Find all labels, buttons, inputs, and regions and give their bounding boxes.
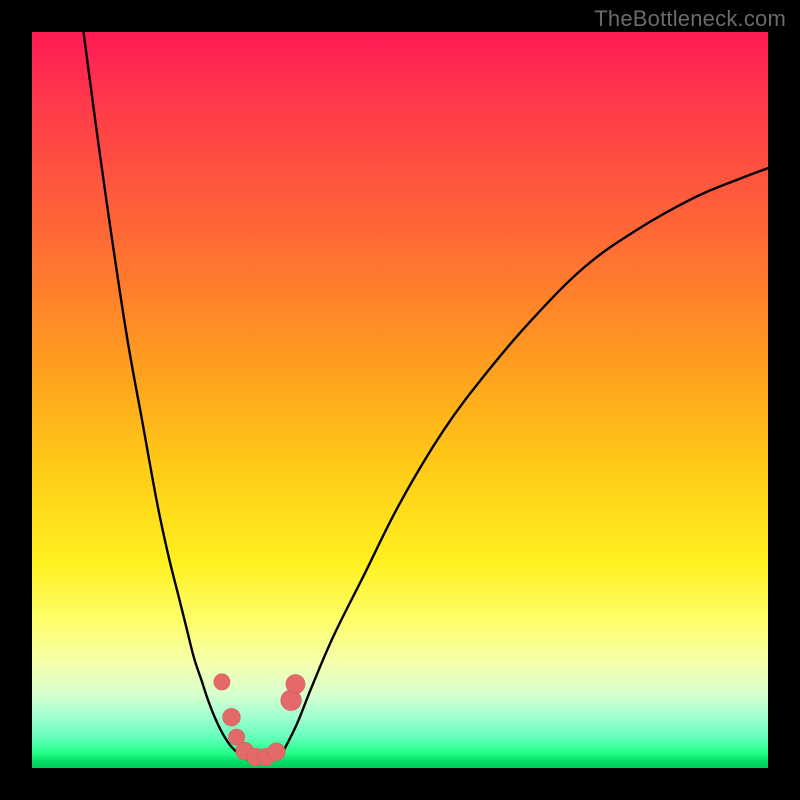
curve-marker	[214, 674, 230, 690]
chart-frame: TheBottleneck.com	[0, 0, 800, 800]
plot-area	[32, 32, 768, 768]
curve-markers	[214, 674, 305, 766]
watermark-text: TheBottleneck.com	[594, 6, 786, 32]
curve-marker	[223, 708, 241, 726]
curve-layer	[32, 32, 768, 768]
curve-marker	[268, 743, 286, 761]
bottleneck-curve	[84, 32, 768, 761]
curve-marker	[286, 675, 305, 694]
